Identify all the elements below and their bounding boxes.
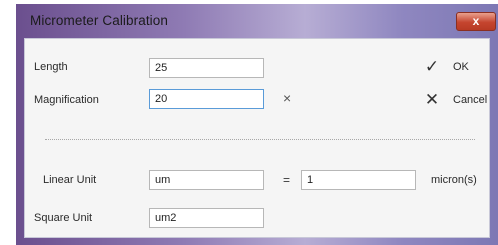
window-title: Micrometer Calibration [30, 13, 168, 28]
checkmark-icon: ✓ [424, 57, 440, 76]
ok-button[interactable]: ✓ OK [421, 56, 469, 78]
cancel-label: Cancel [453, 94, 488, 106]
length-label: Length [34, 61, 68, 73]
calibration-dialog: Micrometer Calibration x Length 25 Magni… [16, 4, 498, 245]
close-button[interactable]: x [456, 12, 496, 31]
length-field[interactable]: 25 [149, 58, 264, 78]
cancel-button[interactable]: ✕ Cancel [421, 89, 487, 111]
title-bar[interactable]: Micrometer Calibration x [16, 4, 498, 38]
square-unit-field[interactable]: um2 [149, 208, 264, 228]
linear-unit-label: Linear Unit [43, 174, 97, 186]
close-icon: x [472, 14, 480, 28]
multiply-icon: × [283, 90, 292, 106]
square-unit-label: Square Unit [34, 212, 93, 224]
dialog-body: Length 25 Magnification 20 × ✓ OK ✕ Canc… [24, 38, 490, 238]
micron-factor-field[interactable]: 1 [301, 170, 416, 190]
magnification-field[interactable]: 20 [149, 89, 264, 109]
cross-icon: ✕ [424, 90, 440, 109]
linear-unit-field[interactable]: um [149, 170, 264, 190]
micron-unit-label: micron(s) [431, 174, 477, 186]
magnification-label: Magnification [34, 94, 99, 106]
separator [45, 139, 475, 140]
equals-sign: = [283, 173, 291, 187]
ok-label: OK [453, 61, 469, 73]
